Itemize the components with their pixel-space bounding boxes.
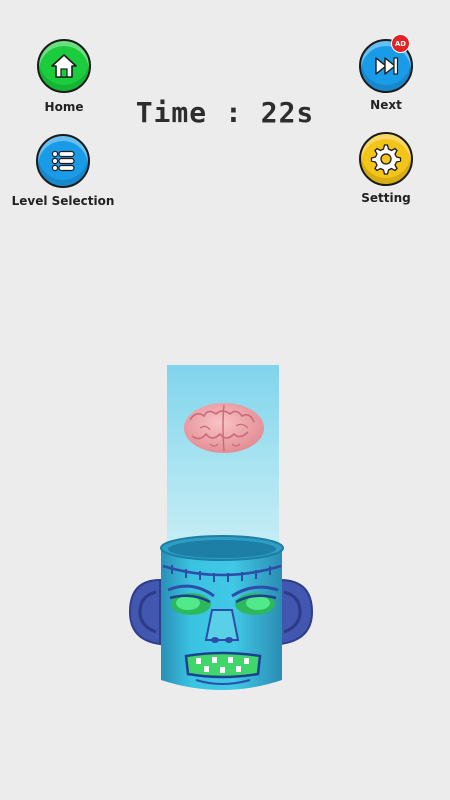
monster-cup [160,535,284,690]
brain[interactable] [184,403,264,453]
monster-mouth [184,651,262,679]
game-scene [128,403,314,690]
